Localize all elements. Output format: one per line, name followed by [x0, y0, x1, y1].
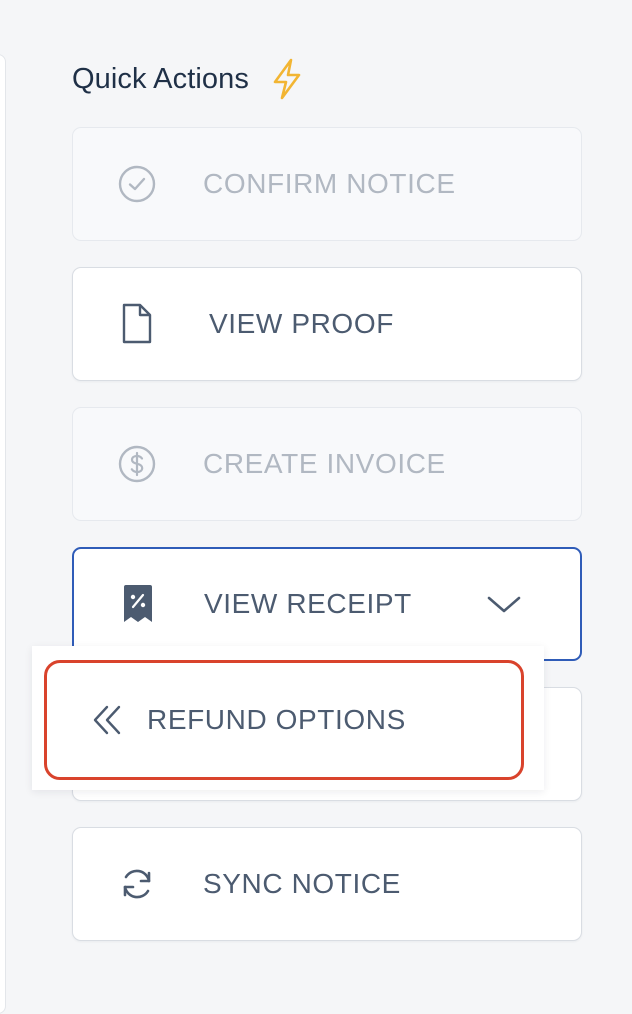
confirm-notice-label: CONFIRM NOTICE — [203, 168, 456, 199]
chevron-down-icon[interactable] — [486, 592, 522, 616]
view-proof-label: VIEW PROOF — [209, 308, 394, 339]
sync-notice-label: SYNC NOTICE — [203, 868, 401, 899]
section-title: Quick Actions — [72, 62, 249, 95]
lightning-bolt-icon — [267, 57, 307, 101]
create-invoice-button[interactable]: CREATE INVOICE — [72, 407, 582, 521]
quick-actions-header: Quick Actions — [72, 56, 307, 102]
dollar-circle-icon — [117, 444, 157, 484]
receipt-percent-icon — [118, 584, 158, 624]
view-receipt-label: VIEW RECEIPT — [204, 588, 412, 619]
check-circle-icon — [117, 164, 157, 204]
create-invoice-label: CREATE INVOICE — [203, 448, 446, 479]
left-panel-edge — [0, 54, 6, 1014]
sync-notice-button[interactable]: SYNC NOTICE — [72, 827, 582, 941]
view-receipt-dropdown-button[interactable]: VIEW RECEIPT — [72, 547, 582, 661]
refresh-icon — [117, 864, 157, 904]
refund-options-label: REFUND OPTIONS — [147, 704, 406, 735]
view-proof-button[interactable]: VIEW PROOF — [72, 267, 582, 381]
double-chevron-left-icon — [89, 702, 125, 738]
refund-options-menu-item[interactable]: REFUND OPTIONS — [44, 660, 524, 780]
confirm-notice-button[interactable]: CONFIRM NOTICE — [72, 127, 582, 241]
document-icon — [117, 303, 157, 344]
view-receipt-dropdown-menu: REFUND OPTIONS — [32, 646, 544, 790]
